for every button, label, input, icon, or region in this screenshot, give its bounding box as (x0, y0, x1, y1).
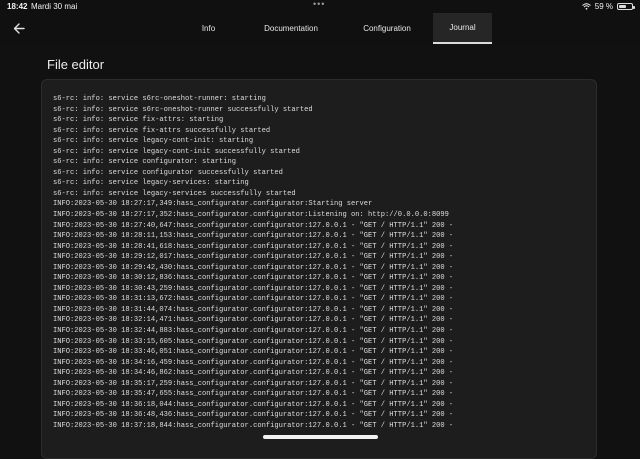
log-line: INFO:2023-05-30 18:32:44,883:hass_config… (53, 327, 454, 336)
status-date: Mardi 30 mai (31, 2, 78, 11)
tab-configuration[interactable]: Configuration (341, 13, 433, 44)
tab-label: Configuration (363, 24, 411, 33)
multitasking-dots[interactable]: ••• (313, 0, 325, 9)
log-line: INFO:2023-05-30 18:32:14,471:hass_config… (53, 316, 454, 325)
log-line: INFO:2023-05-30 18:36:48,436:hass_config… (53, 411, 454, 420)
log-line: INFO:2023-05-30 18:35:47,655:hass_config… (53, 390, 454, 399)
log-line: INFO:2023-05-30 18:27:17,349:hass_config… (53, 200, 373, 209)
log-line: s6-rc: info: service fix-attrs: starting (53, 116, 224, 125)
log-line: INFO:2023-05-30 18:28:41,618:hass_config… (53, 242, 454, 251)
status-right: 59 % (581, 2, 635, 11)
tab-label: Journal (449, 23, 476, 32)
status-time: 18:42 (7, 2, 28, 11)
log-card: s6-rc: info: service s6rc-oneshot-runner… (41, 79, 597, 459)
log-line: INFO:2023-05-30 18:33:15,605:hass_config… (53, 337, 454, 346)
tab-documentation[interactable]: Documentation (241, 13, 341, 44)
log-line: INFO:2023-05-30 18:29:42,430:hass_config… (53, 263, 454, 272)
log-line: INFO:2023-05-30 18:27:40,647:hass_config… (53, 221, 454, 230)
page-title: File editor (47, 57, 105, 72)
status-bar: 18:42 Mardi 30 mai ••• 59 % (0, 0, 640, 13)
log-line: s6-rc: info: service s6rc-oneshot-runner… (53, 105, 313, 114)
tab-info[interactable]: Info (176, 13, 241, 44)
log-line: s6-rc: info: service legacy-services: st… (53, 179, 249, 188)
tab-bar: Info Documentation Configuration Journal (176, 13, 492, 44)
tab-label: Info (201, 24, 216, 33)
log-line: s6-rc: info: service configurator succes… (53, 168, 283, 177)
tab-label: Documentation (264, 24, 318, 33)
log-line: s6-rc: info: service legacy-cont-init su… (53, 147, 300, 156)
log-line: INFO:2023-05-30 18:36:18,044:hass_config… (53, 400, 454, 409)
log-line: s6-rc: info: service legacy-cont-init: s… (53, 137, 254, 146)
home-indicator[interactable] (263, 435, 378, 439)
log-line: s6-rc: info: service fix-attrs successfu… (53, 126, 271, 135)
log-line: INFO:2023-05-30 18:34:16,459:hass_config… (53, 358, 454, 367)
log-line: INFO:2023-05-30 18:29:12,017:hass_config… (53, 253, 454, 262)
tab-journal[interactable]: Journal (433, 13, 492, 44)
log-line: INFO:2023-05-30 18:30:43,259:hass_config… (53, 284, 454, 293)
log-line: s6-rc: info: service s6rc-oneshot-runner… (53, 95, 266, 103)
log-line: INFO:2023-05-30 18:33:46,051:hass_config… (53, 348, 454, 357)
battery-fill (619, 5, 627, 8)
log-line: INFO:2023-05-30 18:30:12,836:hass_config… (53, 274, 454, 283)
log-line: INFO:2023-05-30 18:34:46,862:hass_config… (53, 369, 454, 378)
log-line: INFO:2023-05-30 18:28:11,153:hass_config… (53, 232, 454, 241)
battery-tip (633, 6, 635, 9)
arrow-left-icon (13, 23, 25, 34)
top-toolbar: Info Documentation Configuration Journal (0, 13, 640, 44)
back-button[interactable] (9, 20, 29, 37)
log-output[interactable]: s6-rc: info: service s6rc-oneshot-runner… (53, 94, 590, 432)
log-line: s6-rc: info: service configurator: start… (53, 158, 237, 167)
log-line: INFO:2023-05-30 18:35:17,259:hass_config… (53, 379, 454, 388)
log-line: INFO:2023-05-30 18:27:17,352:hass_config… (53, 211, 449, 220)
log-line: s6-rc: info: service legacy-services suc… (53, 189, 296, 198)
battery-icon (617, 3, 635, 10)
log-line: INFO:2023-05-30 18:37:18,844:hass_config… (53, 421, 454, 430)
battery-percent: 59 % (594, 2, 613, 11)
log-line: INFO:2023-05-30 18:31:13,672:hass_config… (53, 295, 454, 304)
log-line: INFO:2023-05-30 18:31:44,074:hass_config… (53, 305, 454, 314)
wifi-icon (581, 3, 591, 10)
